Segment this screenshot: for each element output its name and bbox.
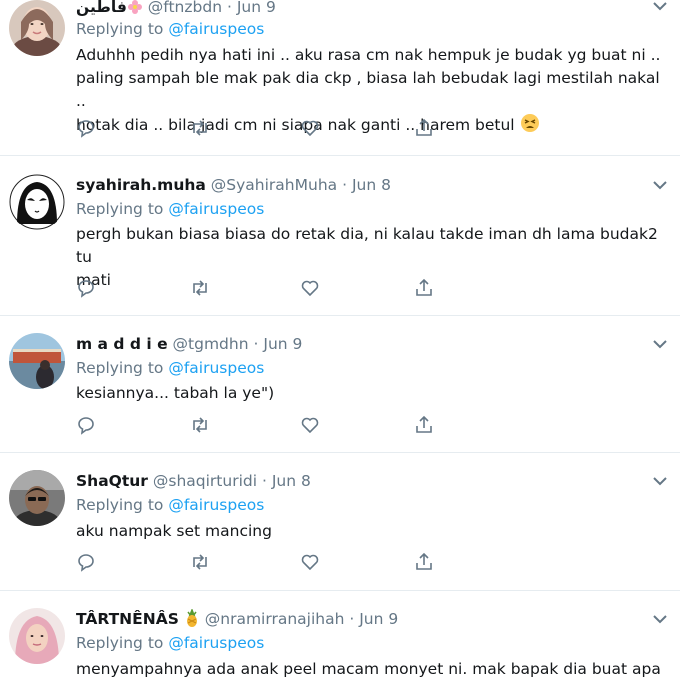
share-icon[interactable] (414, 415, 434, 435)
tweet-text: kesiannya... tabah la ye") (76, 382, 668, 405)
heart-icon[interactable] (300, 118, 320, 138)
retweet-icon[interactable] (190, 118, 210, 138)
chevron-down-icon[interactable] (652, 338, 668, 350)
replying-prefix: Replying to (76, 634, 164, 652)
replying-handle-link[interactable]: @fairuspeos (168, 634, 264, 652)
replying-handle-link[interactable]: @fairuspeos (168, 20, 264, 38)
tweet-text: aku nampak set mancing (76, 520, 668, 543)
display-name[interactable]: فاطين (76, 0, 127, 16)
reply-icon[interactable] (76, 552, 96, 572)
retweet-icon[interactable] (190, 278, 210, 298)
chevron-down-icon[interactable] (652, 475, 668, 487)
separator-dot: · (226, 0, 232, 16)
tweet-date[interactable]: Jun 9 (263, 335, 302, 353)
tweet-header: syahirah.muha @SyahirahMuha · Jun 8 (76, 175, 640, 195)
display-name[interactable]: m a d d i e (76, 335, 168, 353)
tweet[interactable]: m a d d i e @tgmdhn · Jun 9 Replying to … (0, 316, 680, 453)
tweet[interactable]: ShaQtur @shaqirturidi · Jun 8 Replying t… (0, 453, 680, 591)
tweet-actions (76, 552, 436, 572)
tweet-actions (76, 415, 436, 435)
user-handle[interactable]: @SyahirahMuha (211, 176, 337, 194)
tweet-text-line: menyampahnya ada anak peel macam monyet … (76, 660, 661, 685)
avatar[interactable] (9, 0, 65, 56)
retweet-icon[interactable] (190, 552, 210, 572)
share-icon[interactable] (414, 118, 434, 138)
avatar[interactable] (9, 608, 65, 664)
user-handle[interactable]: @ftnzbdn (148, 0, 222, 16)
reply-icon[interactable] (76, 118, 96, 138)
tweet-actions (76, 278, 436, 298)
separator-dot: · (342, 176, 348, 194)
user-handle[interactable]: @nramirranajihah (205, 610, 345, 628)
display-name[interactable]: ShaQtur (76, 472, 148, 490)
replying-prefix: Replying to (76, 200, 164, 218)
tweet[interactable]: TÂRTNÊNÂS @nramirranajihah · Jun 9 Reply… (0, 591, 680, 685)
replying-prefix: Replying to (76, 496, 164, 514)
tweet-actions (76, 118, 436, 138)
replying-to: Replying to @fairuspeos (76, 199, 264, 219)
tired-face-emoji (520, 113, 540, 140)
tweet-date[interactable]: Jun 9 (237, 0, 276, 16)
replying-to: Replying to @fairuspeos (76, 358, 264, 378)
user-handle[interactable]: @tgmdhn (173, 335, 249, 353)
tweet[interactable]: syahirah.muha @SyahirahMuha · Jun 8 Repl… (0, 156, 680, 316)
tweet-date[interactable]: Jun 9 (359, 610, 398, 628)
display-name[interactable]: syahirah.muha (76, 176, 206, 194)
pineapple-emoji (184, 607, 200, 632)
tweet-text-line: kesiannya... tabah la ye") (76, 384, 275, 402)
tweet-text-line: Aduhhh pedih nya hati ini .. aku rasa cm… (76, 46, 661, 64)
replying-to: Replying to @fairuspeos (76, 633, 264, 653)
display-name[interactable]: TÂRTNÊNÂS (76, 610, 179, 628)
share-icon[interactable] (414, 552, 434, 572)
tweet-date[interactable]: Jun 8 (352, 176, 391, 194)
heart-icon[interactable] (300, 278, 320, 298)
reply-icon[interactable] (76, 415, 96, 435)
replying-handle-link[interactable]: @fairuspeos (168, 359, 264, 377)
chevron-down-icon[interactable] (652, 613, 668, 625)
separator-dot: · (349, 610, 355, 628)
tweet-text: menyampahnya ada anak peel macam monyet … (76, 658, 668, 685)
reply-feed: فاطين @ftnzbdn · Jun 9 Replying to @fair… (0, 0, 680, 685)
tweet-header: فاطين @ftnzbdn · Jun 9 (76, 0, 640, 20)
retweet-icon[interactable] (190, 415, 210, 435)
reply-icon[interactable] (76, 278, 96, 298)
separator-dot: · (261, 472, 267, 490)
replying-prefix: Replying to (76, 20, 164, 38)
chevron-down-icon[interactable] (652, 179, 668, 191)
replying-to: Replying to @fairuspeos (76, 19, 264, 39)
replying-handle-link[interactable]: @fairuspeos (168, 200, 264, 218)
tweet-text-line: pergh bukan biasa biasa do retak dia, ni… (76, 225, 658, 266)
user-handle[interactable]: @shaqirturidi (153, 472, 257, 490)
replying-to: Replying to @fairuspeos (76, 495, 264, 515)
avatar[interactable] (9, 174, 65, 230)
separator-dot: · (253, 335, 259, 353)
heart-icon[interactable] (300, 415, 320, 435)
tweet-header: m a d d i e @tgmdhn · Jun 9 (76, 334, 640, 354)
heart-icon[interactable] (300, 552, 320, 572)
avatar[interactable] (9, 333, 65, 389)
tweet-header: TÂRTNÊNÂS @nramirranajihah · Jun 9 (76, 607, 640, 632)
flower-emoji (127, 0, 143, 20)
avatar[interactable] (9, 470, 65, 526)
replying-prefix: Replying to (76, 359, 164, 377)
tweet-text-line: aku nampak set mancing (76, 522, 272, 540)
tweet-text-line: paling sampah ble mak pak dia ckp , bias… (76, 69, 660, 110)
replying-handle-link[interactable]: @fairuspeos (168, 496, 264, 514)
tweet-date[interactable]: Jun 8 (272, 472, 311, 490)
chevron-down-icon[interactable] (652, 0, 668, 12)
tweet[interactable]: فاطين @ftnzbdn · Jun 9 Replying to @fair… (0, 0, 680, 156)
share-icon[interactable] (414, 278, 434, 298)
tweet-header: ShaQtur @shaqirturidi · Jun 8 (76, 471, 640, 491)
